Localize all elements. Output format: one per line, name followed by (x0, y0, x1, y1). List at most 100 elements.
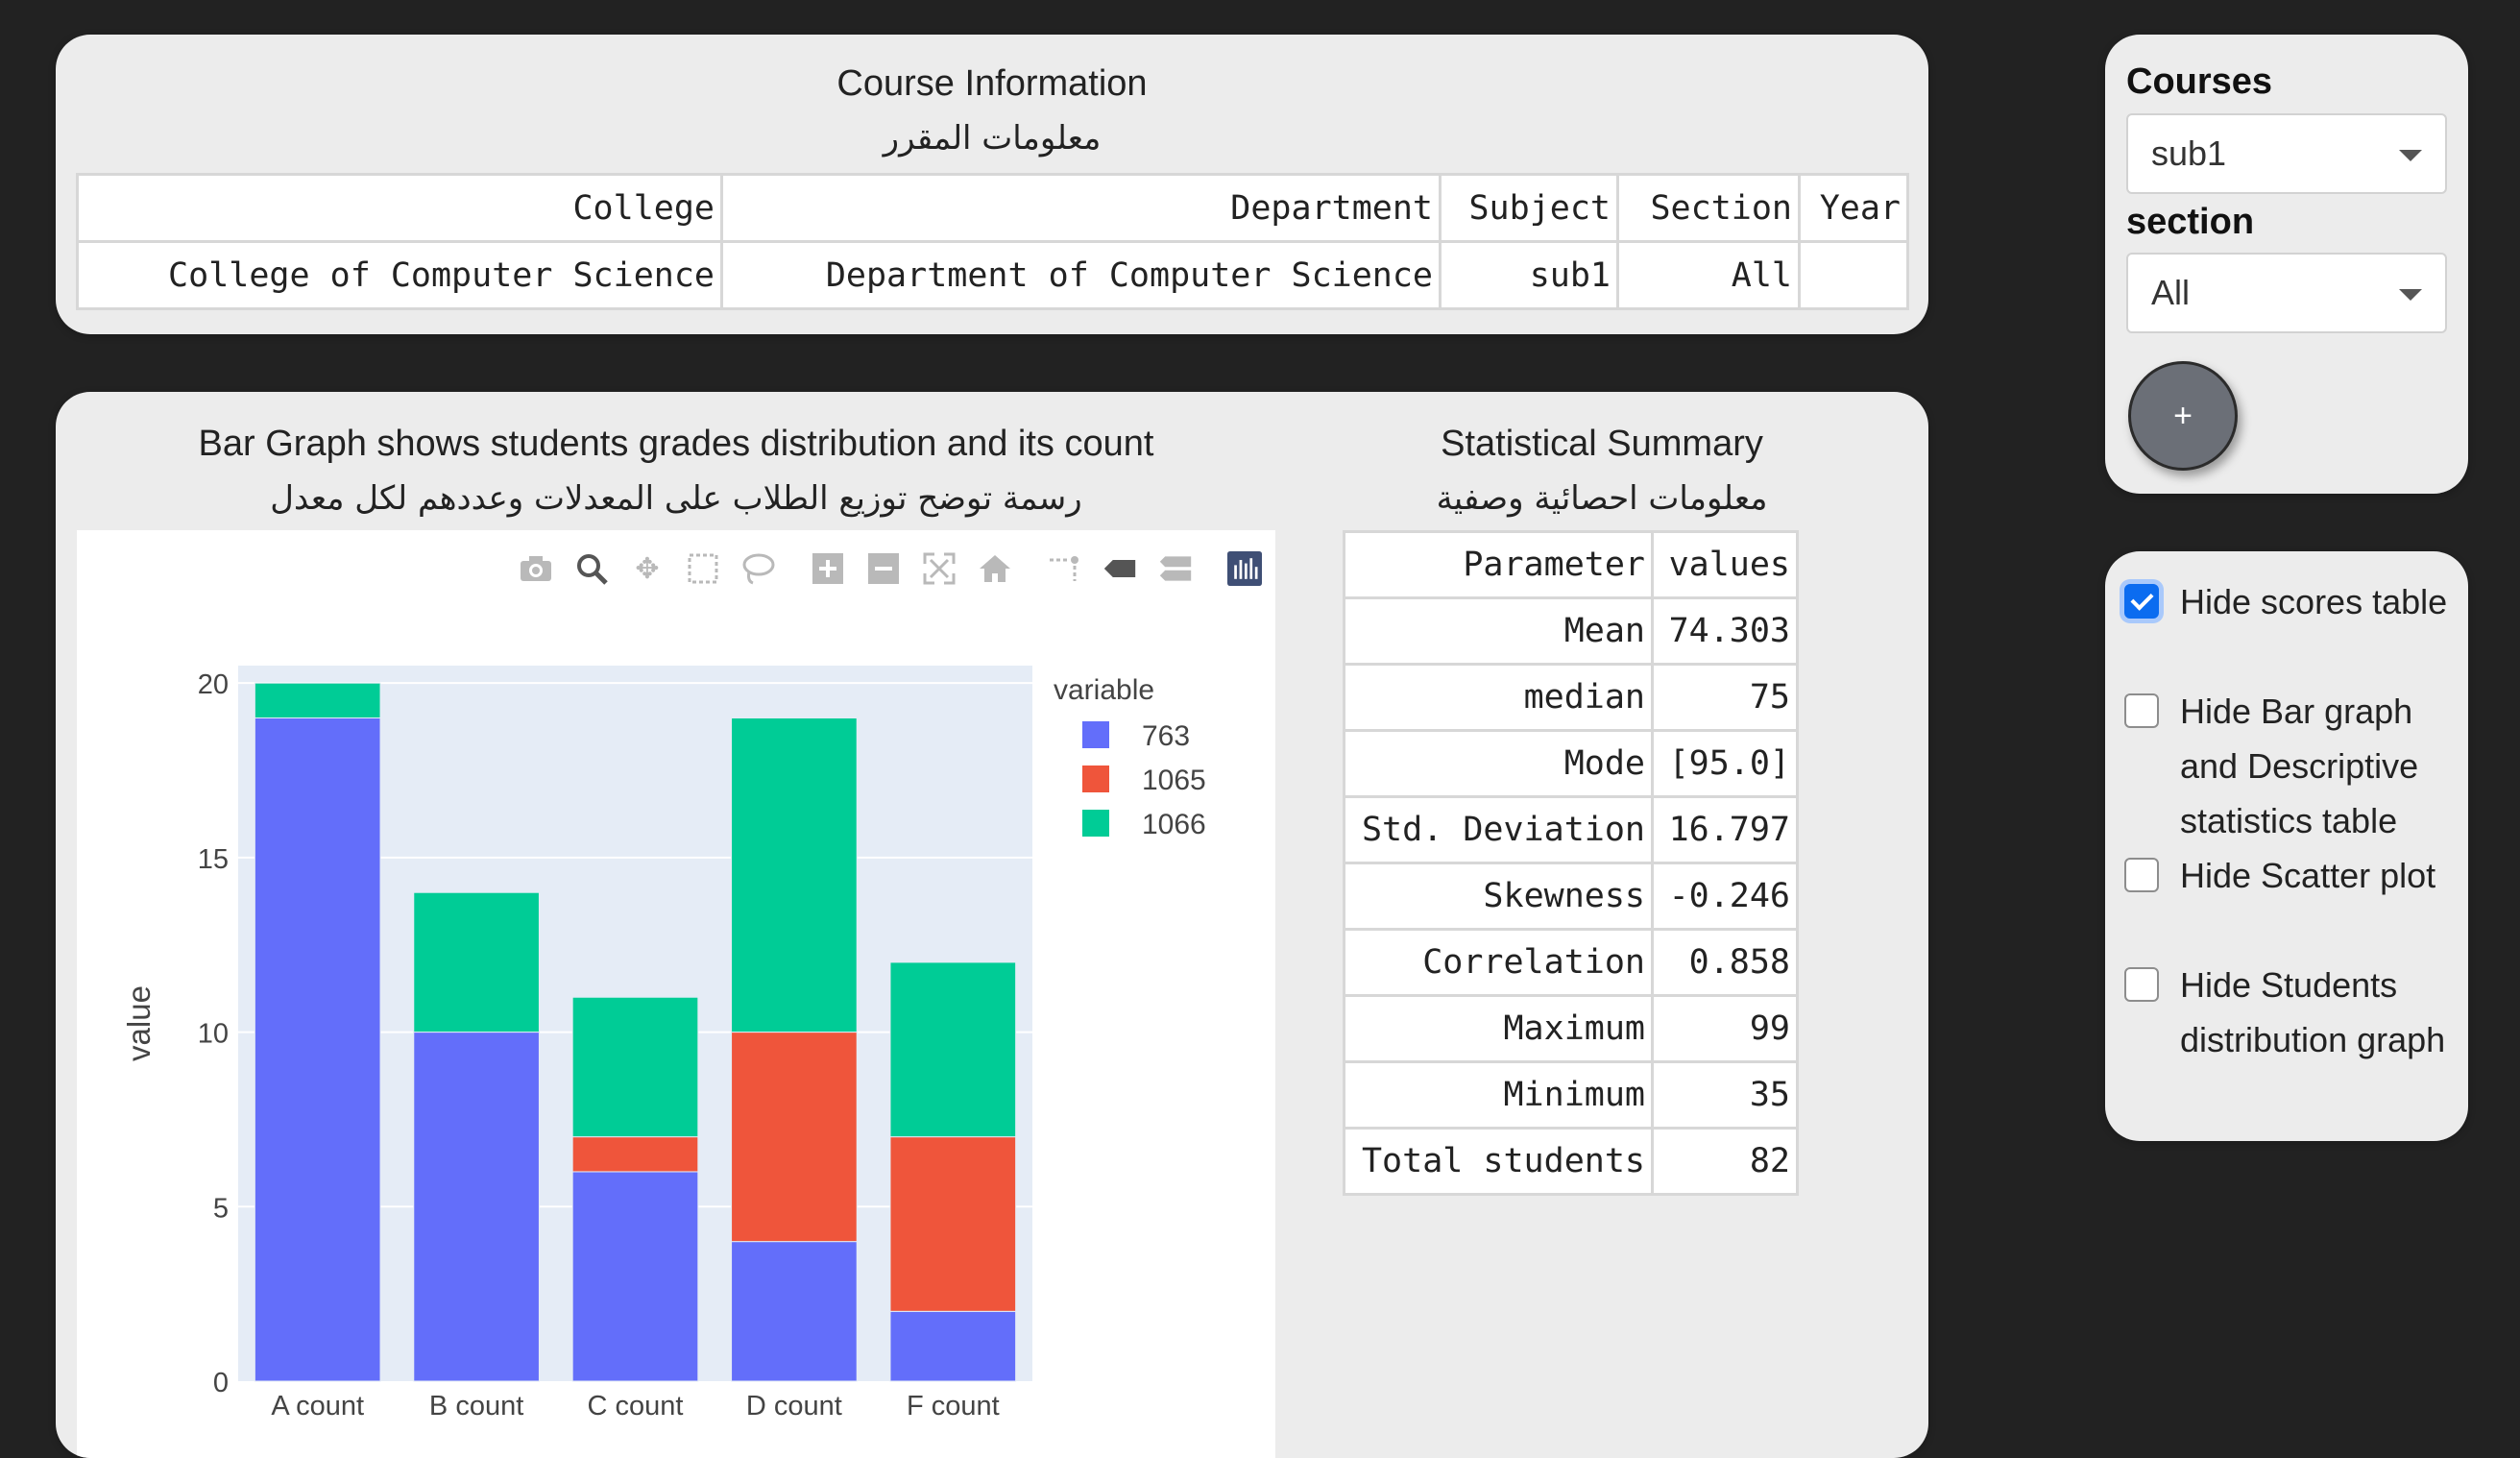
add-button[interactable]: + (2128, 361, 2238, 471)
section-label: section (2126, 202, 2255, 242)
table-row: Std. Deviation 16.797 (1343, 795, 1799, 864)
x-tick-label: C count (588, 1391, 684, 1422)
subject-cell: sub1 (1439, 240, 1619, 310)
section-cell: All (1616, 240, 1801, 310)
value-cell: [95.0] (1651, 729, 1799, 798)
department-header: Department (720, 173, 1442, 243)
table-row: Mean 74.303 (1343, 596, 1799, 666)
hide-distribution-option[interactable]: Hide Students distribution graph (2124, 958, 2460, 1067)
y-axis-label: value (121, 985, 157, 1061)
y-tick-label: 15 (198, 844, 229, 875)
legend-title: variable (1054, 674, 1154, 706)
department-cell: Department of Computer Science (720, 240, 1442, 310)
hide-scores-checkbox[interactable] (2124, 584, 2159, 619)
subject-header: Subject (1439, 173, 1619, 243)
table-row: College of Computer Science Department o… (76, 240, 1909, 310)
table-row: Maximum 99 (1343, 994, 1799, 1063)
x-tick-label: F count (907, 1391, 1000, 1422)
chevron-down-icon (2399, 289, 2422, 301)
value-cell: 82 (1651, 1127, 1799, 1196)
values-header: values (1651, 530, 1799, 599)
parameter-cell: Correlation (1343, 928, 1654, 997)
legend-swatch (1082, 765, 1109, 792)
hide-scatter-checkbox[interactable] (2124, 858, 2159, 892)
course-info-title: Course Information (836, 63, 1148, 104)
hide-bar-graph-option[interactable]: Hide Bar graph and Descriptive statistic… (2124, 684, 2460, 848)
table-header-row: Parameter values (1343, 530, 1799, 599)
hide-bar-graph-checkbox[interactable] (2124, 693, 2159, 728)
legend-entry: 763 (1142, 720, 1190, 752)
bar-763 (571, 1171, 699, 1382)
stats-subtitle: معلومات احصائية وصفية (1436, 479, 1768, 518)
parameter-cell: median (1343, 663, 1654, 732)
course-info-card: Course Information معلومات المقرر Colleg… (56, 35, 1928, 334)
course-select[interactable]: sub1 (2126, 113, 2447, 194)
course-select-value: sub1 (2151, 134, 2227, 173)
bar-763 (889, 1310, 1017, 1382)
college-header: College (76, 173, 723, 243)
hide-distribution-label: Hide Students distribution graph (2180, 965, 2446, 1059)
section-header: Section (1616, 173, 1801, 243)
graph-subtitle: رسمة توضح توزيع الطلاب على المعدلات وعدد… (270, 479, 1082, 518)
parameter-cell: Skewness (1343, 862, 1654, 931)
table-row: Minimum 35 (1343, 1060, 1799, 1130)
parameter-cell: Mode (1343, 729, 1654, 798)
hide-scores-option[interactable]: Hide scores table (2124, 574, 2460, 629)
table-header-row: College Department Subject Section Year (76, 173, 1909, 243)
x-tick-label: A count (271, 1391, 364, 1422)
y-tick-label: 10 (198, 1019, 229, 1050)
bar-763 (413, 1032, 540, 1382)
year-header: Year (1798, 173, 1909, 243)
course-info-table: College Department Subject Section Year … (76, 173, 1909, 310)
bar-1066 (889, 961, 1017, 1138)
graph-card: Bar Graph shows students grades distribu… (56, 392, 1928, 1458)
table-row: Mode [95.0] (1343, 729, 1799, 798)
parameter-cell: Mean (1343, 596, 1654, 666)
hide-scatter-label: Hide Scatter plot (2180, 856, 2436, 895)
bar-1066 (254, 682, 381, 719)
bar-chart[interactable]: ✥ 0 5 10 15 20 A count B count C count D… (77, 530, 1275, 1458)
bar-1066 (571, 996, 699, 1138)
parameter-cell: Maximum (1343, 994, 1654, 1063)
y-tick-label: 5 (213, 1193, 229, 1224)
stats-title: Statistical Summary (1441, 424, 1763, 464)
bar-1066 (413, 891, 540, 1033)
value-cell: 16.797 (1651, 795, 1799, 864)
parameter-header: Parameter (1343, 530, 1654, 599)
value-cell: 0.858 (1651, 928, 1799, 997)
bar-1066 (731, 717, 858, 1033)
bar-1065 (571, 1136, 699, 1173)
courses-card: Courses sub1 section All + (2105, 35, 2468, 494)
value-cell: 35 (1651, 1060, 1799, 1130)
stats-table: Parameter values Mean 74.303 median 75 Mode [95… (1343, 530, 1799, 1196)
table-row: median 75 (1343, 663, 1799, 732)
value-cell: 75 (1651, 663, 1799, 732)
legend-entry: 1065 (1142, 765, 1206, 796)
value-cell: 74.303 (1651, 596, 1799, 666)
graph-title: Bar Graph shows students grades distribu… (198, 424, 1154, 464)
parameter-cell: Std. Deviation (1343, 795, 1654, 864)
section-select-value: All (2151, 273, 2191, 312)
options-card: Hide scores table Hide Bar graph and Des… (2105, 551, 2468, 1141)
table-row: Correlation 0.858 (1343, 928, 1799, 997)
year-cell (1798, 240, 1909, 310)
x-tick-label: D count (746, 1391, 842, 1422)
y-tick-label: 20 (198, 669, 229, 700)
parameter-cell: Minimum (1343, 1060, 1654, 1130)
hide-distribution-checkbox[interactable] (2124, 967, 2159, 1002)
hide-scores-label: Hide scores table (2180, 582, 2448, 621)
section-select[interactable]: All (2126, 253, 2447, 333)
x-tick-label: B count (429, 1391, 523, 1422)
table-row: Total students 82 (1343, 1127, 1799, 1196)
hide-bar-graph-label: Hide Bar graph and Descriptive statistic… (2180, 692, 2419, 840)
bar-chart-svg: 0 5 10 15 20 A count B count C count D count F co… (121, 666, 1206, 1422)
courses-label: Courses (2126, 61, 2273, 102)
bar-763 (254, 717, 381, 1382)
college-cell: College of Computer Science (76, 240, 723, 310)
hide-scatter-option[interactable]: Hide Scatter plot (2124, 848, 2460, 903)
legend-swatch (1082, 810, 1109, 837)
legend-entry: 1066 (1142, 809, 1206, 840)
bar-763 (731, 1241, 858, 1382)
bar-1065 (889, 1136, 1017, 1312)
course-info-subtitle: معلومات المقرر (883, 119, 1102, 158)
